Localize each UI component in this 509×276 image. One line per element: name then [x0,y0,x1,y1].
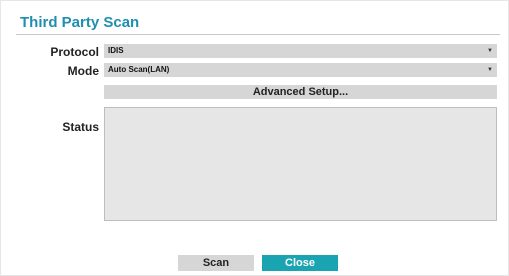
protocol-select[interactable]: IDIS ▼ [104,44,497,58]
third-party-scan-dialog: Third Party Scan Protocol IDIS ▼ Mode Au… [0,0,509,276]
mode-select[interactable]: Auto Scan(LAN) ▼ [104,63,497,77]
protocol-label: Protocol [50,45,99,59]
mode-value: Auto Scan(LAN) [108,65,170,74]
advanced-setup-button[interactable]: Advanced Setup... [104,85,497,99]
close-button[interactable]: Close [262,255,338,271]
title-divider [16,34,500,35]
chevron-down-icon: ▼ [487,67,493,73]
status-area [104,107,497,221]
status-label: Status [62,120,99,134]
mode-label: Mode [67,64,99,78]
dialog-title: Third Party Scan [20,14,140,31]
scan-button[interactable]: Scan [178,255,254,271]
chevron-down-icon: ▼ [487,48,493,54]
protocol-value: IDIS [108,46,124,55]
